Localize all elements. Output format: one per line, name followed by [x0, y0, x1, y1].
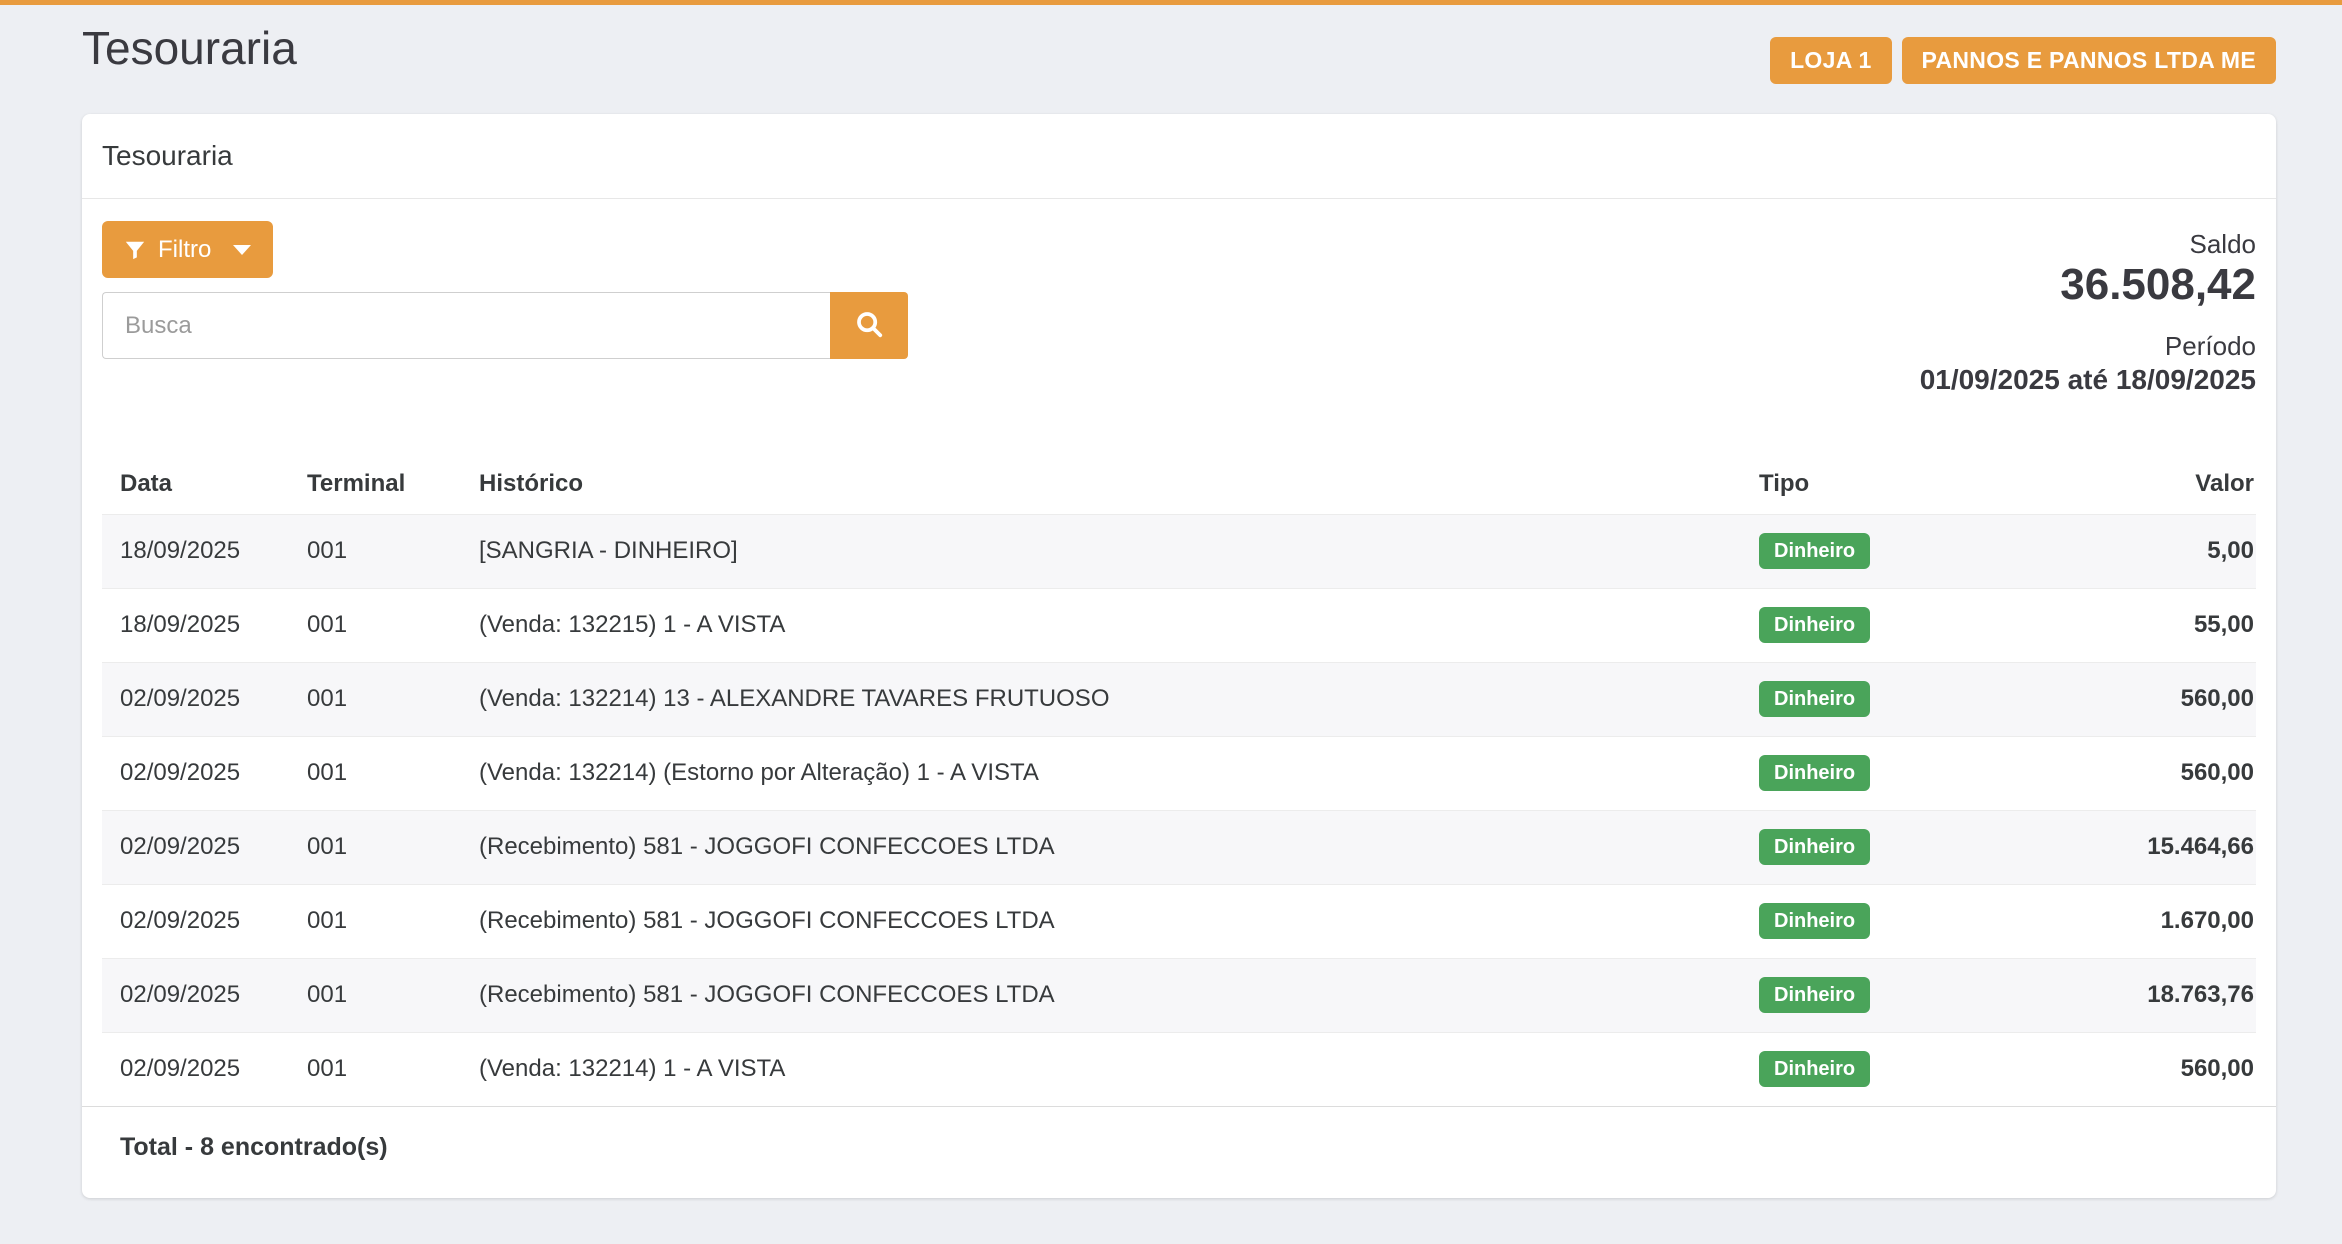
- cell-valor: 1.670,00: [2059, 884, 2256, 958]
- filter-search-group: Filtro: [102, 221, 908, 359]
- cell-historico: (Venda: 132214) 1 - A VISTA: [479, 1032, 1759, 1106]
- saldo-label: Saldo: [1920, 229, 2256, 260]
- table-row[interactable]: 02/09/2025 001 (Recebimento) 581 - JOGGO…: [102, 958, 2256, 1032]
- tipo-badge: Dinheiro: [1759, 1051, 1870, 1087]
- cell-data: 18/09/2025: [102, 514, 307, 588]
- cell-tipo: Dinheiro: [1759, 810, 2059, 884]
- search-row: [102, 292, 908, 359]
- cell-terminal: 001: [307, 884, 479, 958]
- column-header-terminal: Terminal: [307, 458, 479, 515]
- cell-terminal: 001: [307, 514, 479, 588]
- summary-panel: Saldo 36.508,42 Período 01/09/2025 até 1…: [1920, 221, 2256, 396]
- tipo-badge: Dinheiro: [1759, 829, 1870, 865]
- saldo-value: 36.508,42: [1920, 260, 2256, 311]
- column-header-historico: Histórico: [479, 458, 1759, 515]
- cell-data: 02/09/2025: [102, 662, 307, 736]
- store-button[interactable]: LOJA 1: [1770, 37, 1891, 84]
- cell-valor: 18.763,76: [2059, 958, 2256, 1032]
- table-row[interactable]: 02/09/2025 001 (Recebimento) 581 - JOGGO…: [102, 810, 2256, 884]
- table-row[interactable]: 18/09/2025 001 (Venda: 132215) 1 - A VIS…: [102, 588, 2256, 662]
- tipo-badge: Dinheiro: [1759, 607, 1870, 643]
- cell-data: 02/09/2025: [102, 736, 307, 810]
- cell-terminal: 001: [307, 810, 479, 884]
- transactions-table: Data Terminal Histórico Tipo Valor 18/09…: [102, 458, 2256, 1107]
- table-row[interactable]: 02/09/2025 001 (Venda: 132214) (Estorno …: [102, 736, 2256, 810]
- cell-valor: 560,00: [2059, 662, 2256, 736]
- cell-tipo: Dinheiro: [1759, 662, 2059, 736]
- controls-row: Filtro Saldo: [102, 221, 2256, 396]
- page-title: Tesouraria: [82, 21, 297, 76]
- search-button[interactable]: [830, 292, 908, 359]
- search-icon: [854, 309, 884, 342]
- tipo-badge: Dinheiro: [1759, 903, 1870, 939]
- cell-historico: (Venda: 132215) 1 - A VISTA: [479, 588, 1759, 662]
- cell-historico: (Venda: 132214) (Estorno por Alteração) …: [479, 736, 1759, 810]
- cell-tipo: Dinheiro: [1759, 884, 2059, 958]
- page-header: Tesouraria LOJA 1 PANNOS E PANNOS LTDA M…: [0, 5, 2342, 84]
- cell-data: 18/09/2025: [102, 588, 307, 662]
- cell-data: 02/09/2025: [102, 958, 307, 1032]
- cell-valor: 5,00: [2059, 514, 2256, 588]
- table-row[interactable]: 02/09/2025 001 (Venda: 132214) 1 - A VIS…: [102, 1032, 2256, 1106]
- column-header-valor: Valor: [2059, 458, 2256, 515]
- cell-terminal: 001: [307, 958, 479, 1032]
- cell-valor: 15.464,66: [2059, 810, 2256, 884]
- cell-terminal: 001: [307, 736, 479, 810]
- chevron-down-icon: [233, 245, 251, 255]
- column-header-data: Data: [102, 458, 307, 515]
- cell-valor: 560,00: [2059, 1032, 2256, 1106]
- card-body: Filtro Saldo: [82, 199, 2276, 1198]
- periodo-label: Período: [1920, 331, 2256, 362]
- cell-data: 02/09/2025: [102, 1032, 307, 1106]
- cell-tipo: Dinheiro: [1759, 514, 2059, 588]
- cell-historico: (Recebimento) 581 - JOGGOFI CONFECCOES L…: [479, 958, 1759, 1032]
- cell-data: 02/09/2025: [102, 810, 307, 884]
- column-header-tipo: Tipo: [1759, 458, 2059, 515]
- cell-historico: (Recebimento) 581 - JOGGOFI CONFECCOES L…: [479, 884, 1759, 958]
- cell-terminal: 001: [307, 662, 479, 736]
- cell-valor: 55,00: [2059, 588, 2256, 662]
- table-footer-total: Total - 8 encontrado(s): [82, 1106, 2276, 1198]
- filter-funnel-icon: [124, 239, 146, 261]
- header-buttons: LOJA 1 PANNOS E PANNOS LTDA ME: [1770, 37, 2276, 84]
- cell-historico: [SANGRIA - DINHEIRO]: [479, 514, 1759, 588]
- filter-label: Filtro: [158, 236, 211, 264]
- table-body: 18/09/2025 001 [SANGRIA - DINHEIRO] Dinh…: [102, 514, 2256, 1106]
- periodo-value: 01/09/2025 até 18/09/2025: [1920, 364, 2256, 396]
- table-row[interactable]: 02/09/2025 001 (Recebimento) 581 - JOGGO…: [102, 884, 2256, 958]
- table-header-row: Data Terminal Histórico Tipo Valor: [102, 458, 2256, 515]
- tesouraria-card: Tesouraria Filtro: [82, 114, 2276, 1198]
- cell-terminal: 001: [307, 588, 479, 662]
- cell-terminal: 001: [307, 1032, 479, 1106]
- cell-tipo: Dinheiro: [1759, 736, 2059, 810]
- tipo-badge: Dinheiro: [1759, 681, 1870, 717]
- company-button[interactable]: PANNOS E PANNOS LTDA ME: [1902, 37, 2276, 84]
- cell-data: 02/09/2025: [102, 884, 307, 958]
- table-row[interactable]: 02/09/2025 001 (Venda: 132214) 13 - ALEX…: [102, 662, 2256, 736]
- search-input[interactable]: [102, 292, 830, 359]
- cell-tipo: Dinheiro: [1759, 1032, 2059, 1106]
- cell-historico: (Recebimento) 581 - JOGGOFI CONFECCOES L…: [479, 810, 1759, 884]
- filter-dropdown-button[interactable]: Filtro: [102, 221, 273, 278]
- cell-tipo: Dinheiro: [1759, 958, 2059, 1032]
- tipo-badge: Dinheiro: [1759, 533, 1870, 569]
- tipo-badge: Dinheiro: [1759, 977, 1870, 1013]
- cell-historico: (Venda: 132214) 13 - ALEXANDRE TAVARES F…: [479, 662, 1759, 736]
- table-row[interactable]: 18/09/2025 001 [SANGRIA - DINHEIRO] Dinh…: [102, 514, 2256, 588]
- cell-tipo: Dinheiro: [1759, 588, 2059, 662]
- card-title: Tesouraria: [82, 114, 2276, 199]
- cell-valor: 560,00: [2059, 736, 2256, 810]
- tipo-badge: Dinheiro: [1759, 755, 1870, 791]
